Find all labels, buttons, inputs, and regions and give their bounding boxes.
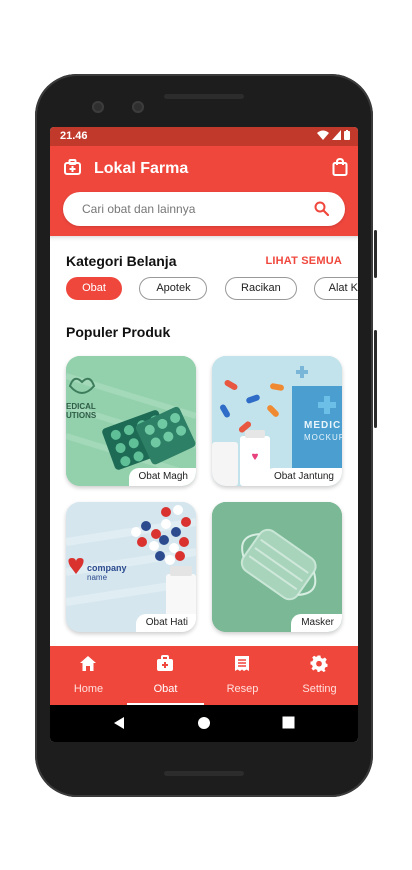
chip-obat[interactable]: Obat	[66, 277, 122, 300]
app-screen: 21.46 Lokal Farma Cari obat dan lainnya …	[50, 127, 358, 742]
product-image-obat-magh	[66, 356, 196, 486]
recents-icon[interactable]	[282, 716, 295, 729]
medkit-icon	[157, 655, 173, 671]
chip-racikan[interactable]: Racikan	[224, 277, 297, 300]
app-title: Lokal Farma	[94, 160, 189, 177]
product-image-text: MOCKUP	[304, 433, 342, 442]
product-label: Masker	[291, 614, 342, 632]
receipt-icon	[235, 656, 249, 671]
product-image-masker	[212, 502, 342, 632]
product-card-obat-hati[interactable]: company name Obat Hati	[66, 502, 196, 632]
product-card-obat-magh[interactable]: EDICAL UTIONS Obat Magh	[66, 356, 196, 486]
wifi-icon	[317, 130, 329, 140]
power-button	[374, 330, 377, 428]
first-aid-kit-icon	[64, 159, 81, 175]
earpiece-speaker	[164, 94, 244, 99]
chip-alat-kesehatan[interactable]: Alat Ke	[314, 277, 358, 300]
battery-icon	[344, 130, 350, 140]
nav-home[interactable]: Home	[50, 646, 127, 705]
app-bar: Lokal Farma Cari obat dan lainnya	[50, 146, 358, 236]
gear-icon	[310, 655, 328, 672]
nav-setting[interactable]: Setting	[281, 646, 358, 705]
product-label: Obat Hati	[135, 614, 196, 632]
front-camera	[92, 101, 104, 113]
home-circle-icon[interactable]	[197, 716, 211, 730]
see-all-link[interactable]: LIHAT SEMUA	[265, 255, 342, 267]
product-image-text: company	[87, 563, 127, 573]
search-placeholder: Cari obat dan lainnya	[82, 202, 196, 216]
product-label: Obat Magh	[128, 468, 196, 486]
status-time: 21.46	[60, 130, 88, 142]
search-icon[interactable]	[314, 201, 329, 216]
product-image-obat-hati	[66, 502, 196, 632]
product-card-obat-jantung[interactable]: MEDIC MOCKUP Obat Jantung	[212, 356, 342, 486]
product-card-masker[interactable]: Masker	[212, 502, 342, 632]
chip-apotek[interactable]: Apotek	[139, 277, 208, 300]
bottom-speaker	[164, 771, 244, 776]
product-label: Obat Jantung	[263, 468, 342, 486]
nav-resep[interactable]: Resep	[204, 646, 281, 705]
nav-obat[interactable]: Obat	[127, 646, 204, 705]
product-image-text: EDICAL	[66, 402, 96, 411]
volume-button	[374, 230, 377, 278]
signal-icon	[332, 130, 341, 140]
nav-label: Setting	[302, 683, 337, 695]
bottom-navigation: Home Obat Resep Setting	[50, 646, 358, 705]
home-icon	[80, 656, 96, 671]
product-image-text: name	[87, 573, 108, 582]
category-chips: Obat Apotek Racikan Alat Ke	[66, 277, 358, 301]
front-sensor	[132, 101, 144, 113]
shopping-bag-icon[interactable]	[332, 158, 348, 176]
back-icon[interactable]	[113, 716, 125, 730]
popular-title: Populer Produk	[66, 324, 171, 340]
categories-title: Kategori Belanja	[66, 253, 177, 269]
main-content: Kategori Belanja LIHAT SEMUA Obat Apotek…	[50, 236, 358, 646]
product-image-text: MEDIC	[304, 420, 342, 431]
nav-label: Resep	[226, 683, 259, 695]
product-image-text: UTIONS	[66, 411, 97, 420]
status-icons	[317, 130, 350, 140]
nav-label: Home	[73, 683, 104, 695]
status-bar: 21.46	[50, 127, 358, 146]
search-bar[interactable]: Cari obat dan lainnya	[63, 192, 345, 226]
nav-label: Obat	[153, 683, 178, 695]
system-navigation-bar	[50, 705, 358, 742]
